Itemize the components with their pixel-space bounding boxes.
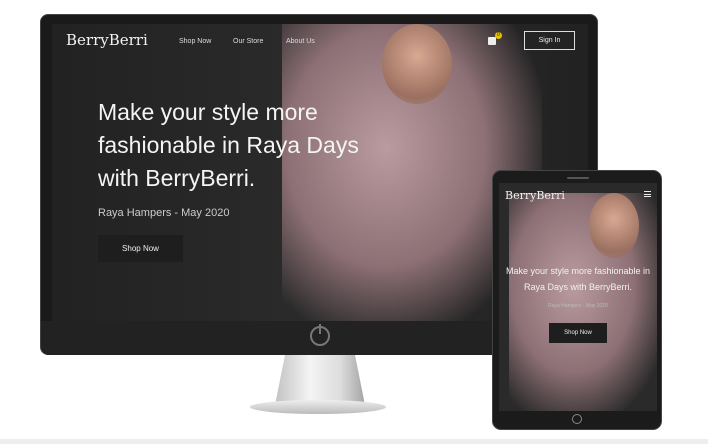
- nav-our-store[interactable]: Our Store: [233, 38, 263, 45]
- hero-headline: Make your style more fashionable in Raya…: [98, 99, 359, 191]
- cart-badge: 0: [495, 32, 502, 39]
- nav-shop-now[interactable]: Shop Now: [179, 38, 211, 45]
- desktop-navbar: BerryBerri Shop Now Our Store About Us 0…: [52, 24, 588, 60]
- floor: [0, 439, 708, 444]
- hero-model-face: [589, 193, 639, 258]
- monitor-stand: [275, 355, 365, 405]
- hamburger-menu-icon[interactable]: [644, 191, 651, 197]
- sign-in-button[interactable]: Sign In: [524, 31, 575, 50]
- nav-about-us[interactable]: About Us: [286, 38, 315, 45]
- tablet-speaker: [567, 177, 589, 179]
- cart-icon[interactable]: [488, 37, 496, 45]
- monitor-base: [250, 400, 386, 414]
- hero-subtitle: Raya Hampers - May 2020: [548, 303, 608, 309]
- logo[interactable]: BerryBerri: [505, 189, 565, 202]
- tablet: BerryBerri Make your style more fashiona…: [492, 170, 662, 430]
- tablet-screen: BerryBerri Make your style more fashiona…: [499, 183, 657, 411]
- logo[interactable]: BerryBerri: [66, 31, 148, 49]
- hero-headline: Make your style more fashionable in Raya…: [505, 266, 651, 292]
- shop-now-button[interactable]: Shop Now: [549, 323, 607, 343]
- hero-subtitle: Raya Hampers - May 2020: [98, 207, 230, 219]
- home-button-icon: [572, 414, 582, 424]
- shop-now-button[interactable]: Shop Now: [98, 235, 183, 262]
- power-icon: [310, 324, 330, 346]
